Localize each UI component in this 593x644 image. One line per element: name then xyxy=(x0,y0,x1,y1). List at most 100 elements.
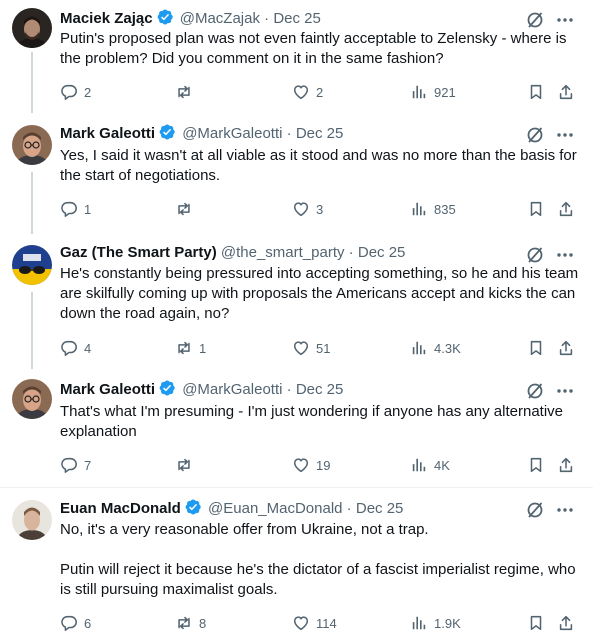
share-icon xyxy=(557,200,575,218)
bookmark-icon xyxy=(527,614,545,632)
post[interactable]: Gaz (The Smart Party) @the_smart_party ·… xyxy=(0,243,593,358)
views-button[interactable]: 4K xyxy=(410,455,450,475)
like-button[interactable]: 114 xyxy=(292,613,337,633)
like-icon xyxy=(292,614,310,632)
views-icon xyxy=(410,200,428,218)
views-icon xyxy=(410,614,428,632)
share-icon xyxy=(557,339,575,357)
post-header: Mark Galeotti @MarkGaleotti · Dec 25 xyxy=(60,123,343,143)
more-icon[interactable] xyxy=(555,381,575,401)
grok-icon[interactable] xyxy=(525,500,545,520)
post-text: Yes, I said it wasn't at all viable as i… xyxy=(60,147,581,184)
share-button[interactable] xyxy=(557,338,575,358)
like-button[interactable]: 2 xyxy=(292,82,323,102)
post-text: That's what I'm presuming - I'm just won… xyxy=(60,403,568,440)
bookmark-icon xyxy=(527,456,545,474)
reply-icon xyxy=(60,339,78,357)
separator: · xyxy=(259,10,274,27)
post-date[interactable]: Dec 25 xyxy=(358,244,406,261)
avatar[interactable] xyxy=(12,8,52,48)
reply-button[interactable]: 2 xyxy=(60,82,91,102)
like-button[interactable]: 51 xyxy=(292,338,330,358)
reply-button[interactable]: 4 xyxy=(60,338,91,358)
verified-badge-icon xyxy=(184,498,202,516)
post-text: No, it's a very reasonable offer from Uk… xyxy=(60,521,576,598)
post-text: He's constantly being pressured into acc… xyxy=(60,265,583,322)
author-name[interactable]: Gaz (The Smart Party) xyxy=(60,244,217,261)
repost-button[interactable] xyxy=(175,455,199,475)
repost-count: 8 xyxy=(199,615,207,631)
more-icon[interactable] xyxy=(555,245,575,265)
post-header: Maciek Zając @MacZajak · Dec 25 xyxy=(60,8,321,28)
share-button[interactable] xyxy=(557,199,575,219)
action-bar: 7 19 4K xyxy=(0,455,593,475)
action-bar: 2 2 921 xyxy=(0,82,593,102)
repost-button[interactable]: 1 xyxy=(175,338,206,358)
avatar[interactable] xyxy=(12,125,52,165)
author-name[interactable]: Maciek Zając xyxy=(60,10,153,27)
bookmark-icon xyxy=(527,83,545,101)
author-name[interactable]: Mark Galeotti xyxy=(60,381,155,398)
views-button[interactable]: 835 xyxy=(410,199,456,219)
views-button[interactable]: 921 xyxy=(410,82,456,102)
views-button[interactable]: 4.3K xyxy=(410,338,461,358)
reply-button[interactable]: 1 xyxy=(60,199,91,219)
post-header: Gaz (The Smart Party) @the_smart_party ·… xyxy=(60,243,405,263)
bookmark-button[interactable] xyxy=(527,613,545,633)
action-bar: 6 8 114 1.9K xyxy=(0,613,593,633)
grok-icon[interactable] xyxy=(525,125,545,145)
author-handle[interactable]: @MarkGaleotti xyxy=(182,125,282,142)
author-handle[interactable]: @Euan_MacDonald xyxy=(208,500,342,517)
author-handle[interactable]: @the_smart_party xyxy=(221,244,345,261)
action-bar: 4 1 51 4.3K xyxy=(0,338,593,358)
like-button[interactable]: 19 xyxy=(292,455,330,475)
share-icon xyxy=(557,614,575,632)
like-icon xyxy=(292,456,310,474)
reply-button[interactable]: 6 xyxy=(60,613,91,633)
post-date[interactable]: Dec 25 xyxy=(273,10,321,27)
more-icon[interactable] xyxy=(555,10,575,30)
bookmark-button[interactable] xyxy=(527,82,545,102)
reply-button[interactable]: 7 xyxy=(60,455,91,475)
avatar[interactable] xyxy=(12,379,52,419)
like-count: 114 xyxy=(316,615,337,631)
post[interactable]: Maciek Zając @MacZajak · Dec 25 Putin's … xyxy=(0,8,593,108)
post-date[interactable]: Dec 25 xyxy=(296,381,344,398)
more-icon[interactable] xyxy=(555,125,575,145)
author-name[interactable]: Mark Galeotti xyxy=(60,125,155,142)
separator: · xyxy=(344,244,358,261)
share-button[interactable] xyxy=(557,613,575,633)
bookmark-button[interactable] xyxy=(527,455,545,475)
reply-count: 6 xyxy=(84,615,92,631)
view-count: 1.9K xyxy=(434,615,461,631)
repost-button[interactable] xyxy=(175,82,199,102)
author-name[interactable]: Euan MacDonald xyxy=(60,500,181,517)
share-button[interactable] xyxy=(557,455,575,475)
post[interactable]: Mark Galeotti @MarkGaleotti · Dec 25 Tha… xyxy=(0,379,593,474)
grok-icon[interactable] xyxy=(525,381,545,401)
more-icon[interactable] xyxy=(555,500,575,520)
repost-button[interactable]: 8 xyxy=(175,613,206,633)
share-button[interactable] xyxy=(557,82,575,102)
views-button[interactable]: 1.9K xyxy=(410,613,461,633)
like-button[interactable]: 3 xyxy=(292,199,323,219)
grok-icon[interactable] xyxy=(525,10,545,30)
post[interactable]: Euan MacDonald @Euan_MacDonald · Dec 25 … xyxy=(0,498,593,638)
post-date[interactable]: Dec 25 xyxy=(356,500,404,517)
post-date[interactable]: Dec 25 xyxy=(296,125,344,142)
post[interactable]: Mark Galeotti @MarkGaleotti · Dec 25 Yes… xyxy=(0,123,593,223)
avatar[interactable] xyxy=(12,245,52,285)
bookmark-button[interactable] xyxy=(527,199,545,219)
avatar[interactable] xyxy=(12,500,52,540)
verified-badge-icon xyxy=(158,123,176,141)
author-handle[interactable]: @MarkGaleotti xyxy=(182,381,282,398)
grok-icon[interactable] xyxy=(525,245,545,265)
repost-icon xyxy=(175,200,193,218)
repost-button[interactable] xyxy=(175,199,199,219)
reply-icon xyxy=(60,200,78,218)
author-handle[interactable]: @MacZajak xyxy=(180,10,260,27)
like-count: 2 xyxy=(316,84,324,100)
like-count: 3 xyxy=(316,201,324,217)
bookmark-button[interactable] xyxy=(527,338,545,358)
like-icon xyxy=(292,83,310,101)
